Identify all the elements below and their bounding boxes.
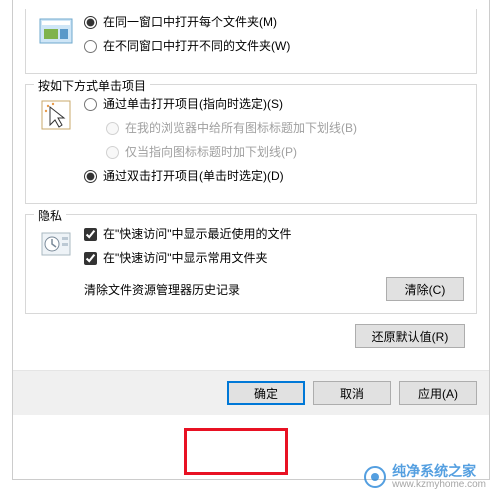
cancel-button[interactable]: 取消 <box>313 381 391 405</box>
folder-options-dialog: 在同一窗口中打开每个文件夹(M) 在不同窗口中打开不同的文件夹(W) 按如下方式… <box>12 0 490 480</box>
open-same-window-option[interactable]: 在同一窗口中打开每个文件夹(M) <box>84 13 464 31</box>
restore-defaults-button[interactable]: 还原默认值(R) <box>355 324 465 348</box>
click-items-title: 按如下方式单击项目 <box>34 77 150 94</box>
underline-hover-label: 仅当指向图标标题时加下划线(P) <box>125 143 297 161</box>
open-same-window-radio[interactable] <box>84 16 97 29</box>
show-recent-files-label: 在"快速访问"中显示最近使用的文件 <box>103 225 292 243</box>
underline-all-option: 在我的浏览器中给所有图标标题加下划线(B) <box>106 119 464 137</box>
show-recent-files-option[interactable]: 在"快速访问"中显示最近使用的文件 <box>84 225 464 243</box>
click-cursor-icon <box>38 97 74 133</box>
open-diff-window-label: 在不同窗口中打开不同的文件夹(W) <box>103 37 290 55</box>
underline-hover-option: 仅当指向图标标题时加下划线(P) <box>106 143 464 161</box>
privacy-title: 隐私 <box>34 207 66 224</box>
watermark-text: 纯净系统之家 www.kzmyhome.com <box>392 464 486 490</box>
open-same-window-label: 在同一窗口中打开每个文件夹(M) <box>103 13 277 31</box>
apply-button[interactable]: 应用(A) <box>399 381 477 405</box>
browse-folders-group: 在同一窗口中打开每个文件夹(M) 在不同窗口中打开不同的文件夹(W) <box>25 9 477 74</box>
single-click-radio[interactable] <box>84 98 97 111</box>
privacy-options: 在"快速访问"中显示最近使用的文件 在"快速访问"中显示常用文件夹 清除文件资源… <box>84 225 464 301</box>
clear-button[interactable]: 清除(C) <box>386 277 464 301</box>
double-click-option[interactable]: 通过双击打开项目(单击时选定)(D) <box>84 167 464 185</box>
click-options: 通过单击打开项目(指向时选定)(S) 在我的浏览器中给所有图标标题加下划线(B)… <box>84 95 464 191</box>
dialog-footer: 确定 取消 应用(A) <box>13 370 489 415</box>
show-recent-files-checkbox[interactable] <box>84 228 97 241</box>
watermark: 纯净系统之家 www.kzmyhome.com <box>364 464 486 490</box>
privacy-icon <box>38 227 74 263</box>
dialog-content: 在同一窗口中打开每个文件夹(M) 在不同窗口中打开不同的文件夹(W) 按如下方式… <box>13 0 489 364</box>
open-diff-window-option[interactable]: 在不同窗口中打开不同的文件夹(W) <box>84 37 464 55</box>
privacy-row: 在"快速访问"中显示最近使用的文件 在"快速访问"中显示常用文件夹 清除文件资源… <box>38 225 464 301</box>
privacy-group: 隐私 在"快速访问"中显示最近使用的文件 在"快速访问"中显示常用文件夹 清 <box>25 214 477 314</box>
underline-hover-radio <box>106 146 119 159</box>
clear-history-label: 清除文件资源管理器历史记录 <box>84 281 240 298</box>
underline-all-radio <box>106 122 119 135</box>
restore-row: 还原默认值(R) <box>25 324 477 356</box>
watermark-title: 纯净系统之家 <box>392 463 476 479</box>
watermark-url: www.kzmyhome.com <box>392 479 486 490</box>
clear-history-row: 清除文件资源管理器历史记录 清除(C) <box>84 277 464 301</box>
show-frequent-folders-option[interactable]: 在"快速访问"中显示常用文件夹 <box>84 249 464 267</box>
watermark-logo-icon <box>364 466 386 488</box>
underline-all-label: 在我的浏览器中给所有图标标题加下划线(B) <box>125 119 357 137</box>
browse-folders-icon <box>38 15 74 51</box>
open-diff-window-radio[interactable] <box>84 40 97 53</box>
single-click-option[interactable]: 通过单击打开项目(指向时选定)(S) <box>84 95 464 113</box>
ok-button[interactable]: 确定 <box>227 381 305 405</box>
single-click-label: 通过单击打开项目(指向时选定)(S) <box>103 95 283 113</box>
double-click-label: 通过双击打开项目(单击时选定)(D) <box>103 167 284 185</box>
show-frequent-folders-label: 在"快速访问"中显示常用文件夹 <box>103 249 268 267</box>
click-row: 通过单击打开项目(指向时选定)(S) 在我的浏览器中给所有图标标题加下划线(B)… <box>38 95 464 191</box>
click-items-group: 按如下方式单击项目 通过单击打开项目(指向时选定)(S) 在我的浏览器中给所有图… <box>25 84 477 204</box>
show-frequent-folders-checkbox[interactable] <box>84 252 97 265</box>
browse-row: 在同一窗口中打开每个文件夹(M) 在不同窗口中打开不同的文件夹(W) <box>38 13 464 61</box>
browse-options: 在同一窗口中打开每个文件夹(M) 在不同窗口中打开不同的文件夹(W) <box>84 13 464 61</box>
double-click-radio[interactable] <box>84 170 97 183</box>
